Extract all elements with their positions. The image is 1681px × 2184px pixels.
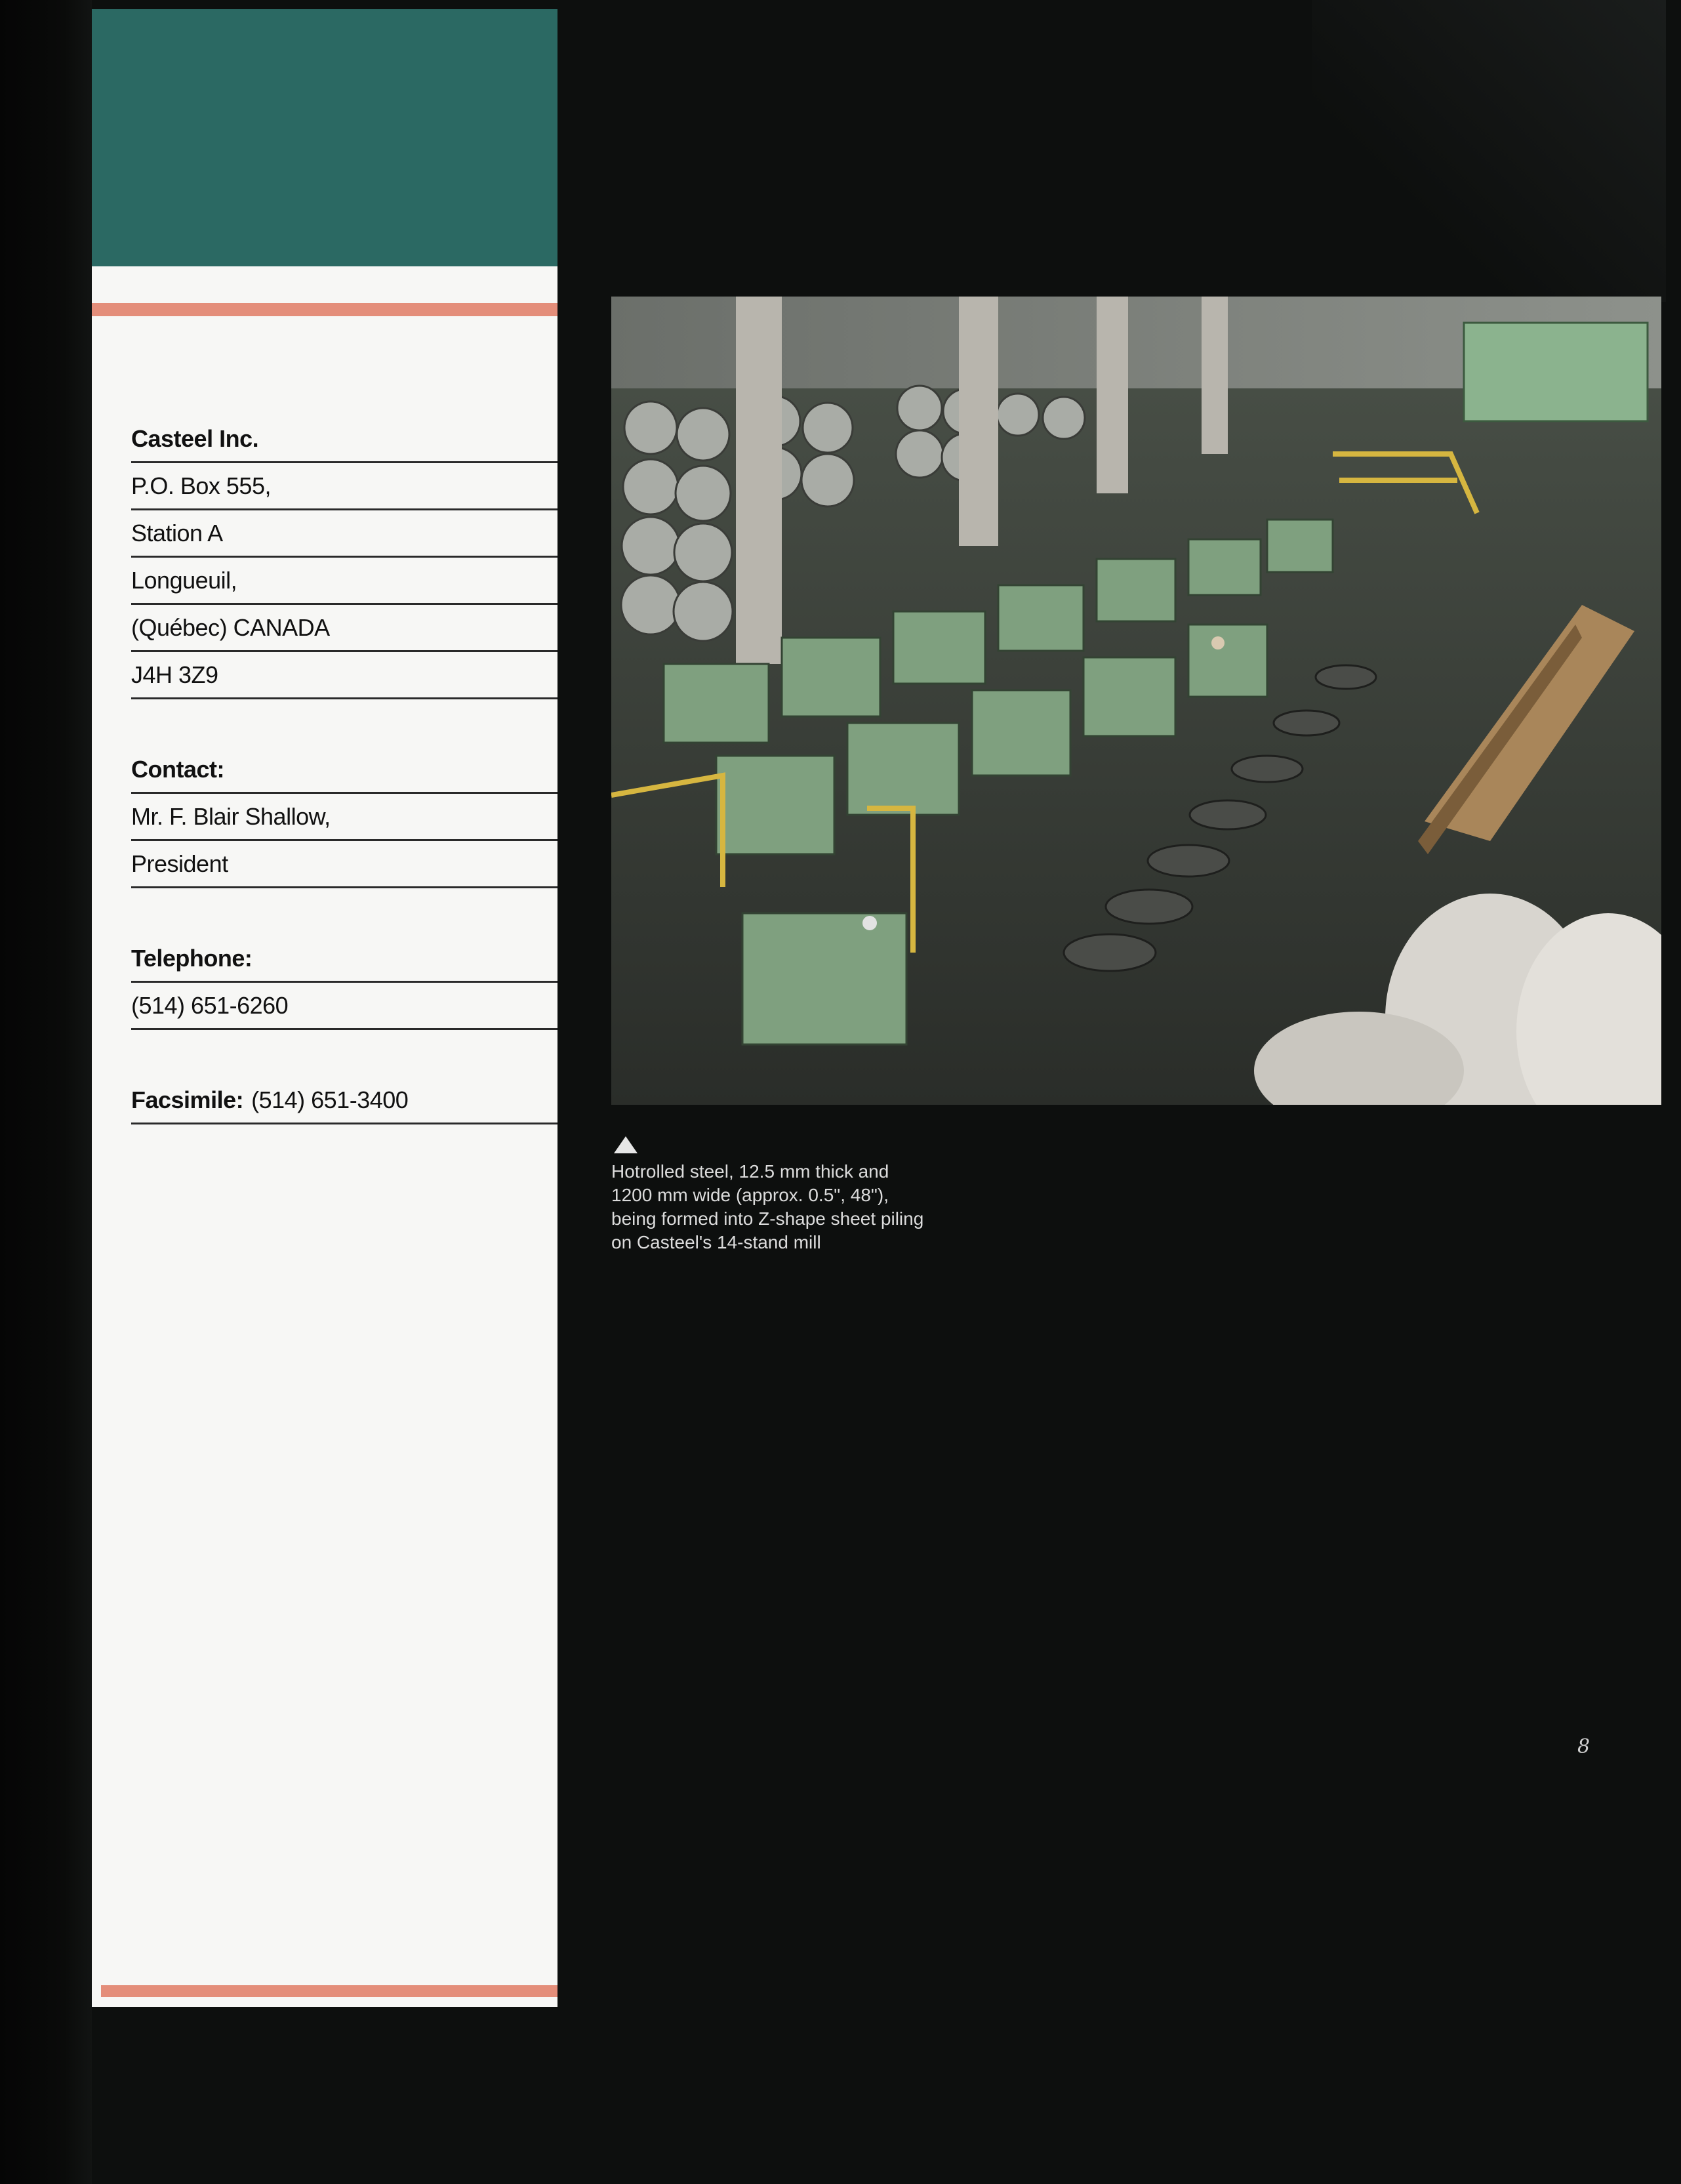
address-line: (Québec) CANADA (131, 605, 557, 652)
salmon-rule-bottom (101, 1985, 557, 1997)
contact-list: Casteel Inc. P.O. Box 555, Station A Lon… (131, 416, 557, 1124)
company-name: Casteel Inc. (131, 416, 557, 463)
facsimile-label: Facsimile: (131, 1086, 244, 1113)
caption-line: Hotrolled steel, 12.5 mm thick and (611, 1161, 889, 1182)
telephone-label: Telephone: (131, 936, 557, 983)
address-line: Station A (131, 510, 557, 558)
page-number: 8 (1577, 1735, 1590, 1758)
postal-code: J4H 3Z9 (131, 652, 557, 699)
page-binding-edge (0, 0, 92, 2184)
contact-panel: Casteel Inc. P.O. Box 555, Station A Lon… (92, 9, 557, 2007)
caption-line: being formed into Z-shape sheet piling (611, 1208, 924, 1229)
address-line: P.O. Box 555, (131, 463, 557, 510)
facsimile-number: (514) 651-3400 (251, 1086, 409, 1113)
address-line: Longueuil, (131, 558, 557, 605)
steel-mill-photo (611, 297, 1661, 1105)
caption-line: 1200 mm wide (approx. 0.5", 48"), (611, 1185, 889, 1205)
caption-triangle-icon (614, 1136, 638, 1153)
contact-title: President (131, 841, 557, 888)
photo-caption: Hotrolled steel, 12.5 mm thick and 1200 … (611, 1136, 1005, 1254)
page-fold-shadow (1312, 0, 1666, 302)
contact-name: Mr. F. Blair Shallow, (131, 794, 557, 841)
facsimile-row: Facsimile: (514) 651-3400 (131, 1077, 557, 1124)
telephone-number: (514) 651-6260 (131, 983, 557, 1030)
caption-line: on Casteel's 14-stand mill (611, 1232, 821, 1252)
teal-header-block (92, 9, 557, 266)
contact-label: Contact: (131, 747, 557, 794)
salmon-rule-top (92, 303, 557, 316)
